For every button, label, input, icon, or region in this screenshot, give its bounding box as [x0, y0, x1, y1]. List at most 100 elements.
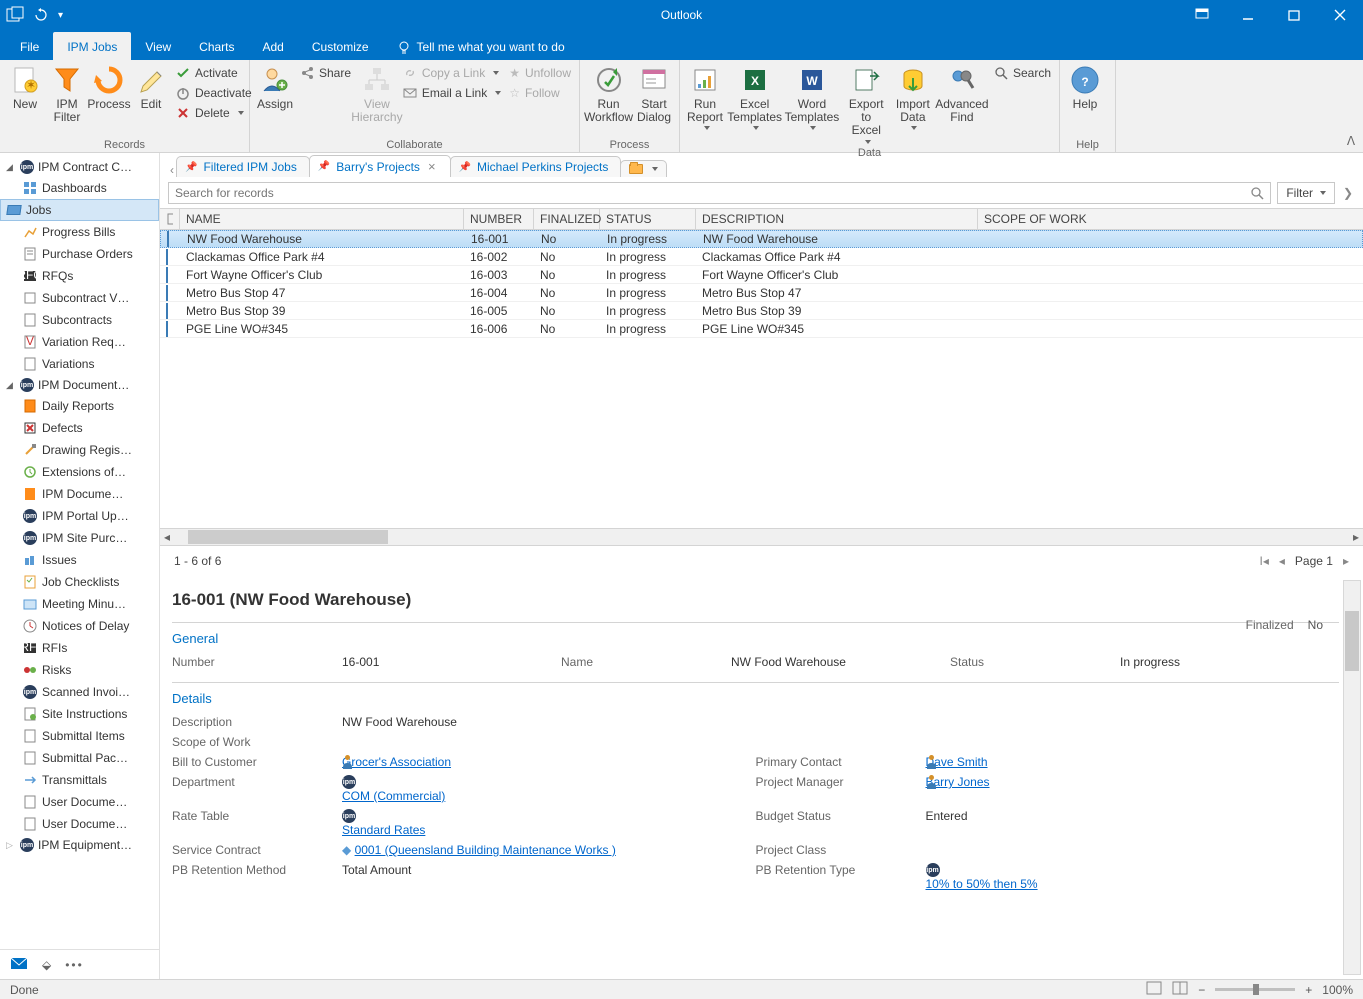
tree-item[interactable]: Submittal Items: [0, 725, 159, 747]
tree-item[interactable]: Variations: [0, 353, 159, 375]
tree-group-contract[interactable]: ◢ipmIPM Contract C…: [0, 157, 159, 177]
tree-item[interactable]: ipmIPM Site Purc…: [0, 527, 159, 549]
tree-item[interactable]: ipmIPM Portal Up…: [0, 505, 159, 527]
nav-mail-icon[interactable]: [10, 955, 28, 974]
tree-item[interactable]: ipmScanned Invoi…: [0, 681, 159, 703]
tree-item[interactable]: Transmittals: [0, 769, 159, 791]
tab-charts[interactable]: Charts: [185, 32, 248, 60]
tab-ipm-jobs[interactable]: IPM Jobs: [53, 32, 131, 60]
maximize-icon[interactable]: [1271, 0, 1317, 30]
col-icon[interactable]: [160, 209, 180, 229]
advanced-find-button[interactable]: Advanced Find: [934, 62, 990, 126]
col-name[interactable]: NAME: [180, 209, 464, 229]
share-button[interactable]: Share: [296, 64, 355, 82]
ipm-filter-button[interactable]: IPM Filter: [46, 62, 88, 126]
nav-module-icon[interactable]: ⬙: [42, 958, 51, 972]
excel-templates-button[interactable]: XExcel Templates: [726, 62, 783, 132]
deactivate-button[interactable]: Deactivate: [172, 84, 256, 102]
doc-tab-new[interactable]: [620, 160, 667, 177]
nav-more-icon[interactable]: •••: [65, 958, 84, 972]
export-excel-button[interactable]: Export to Excel: [841, 62, 892, 146]
table-row[interactable]: NW Food Warehouse16-001NoIn progressNW F…: [160, 230, 1363, 248]
tree-group-document[interactable]: ◢ipmIPM Document…: [0, 375, 159, 395]
qat-more-icon[interactable]: ▾: [58, 10, 63, 21]
doc-tab-filtered[interactable]: 📌Filtered IPM Jobs: [176, 156, 310, 177]
new-button[interactable]: ✶New: [4, 62, 46, 113]
edit-button[interactable]: Edit: [130, 62, 172, 113]
tree-item[interactable]: Purchase Orders: [0, 243, 159, 265]
tab-add[interactable]: Add: [249, 32, 298, 60]
tree-item[interactable]: Defects: [0, 417, 159, 439]
tree-item[interactable]: VVariation Req…: [0, 331, 159, 353]
grid-hscroll[interactable]: ◂▸: [160, 528, 1363, 546]
tree-item[interactable]: Issues: [0, 549, 159, 571]
import-data-button[interactable]: Import Data: [892, 62, 934, 132]
table-row[interactable]: Fort Wayne Officer's Club16-003NoIn prog…: [160, 266, 1363, 284]
view-normal-icon[interactable]: [1146, 981, 1162, 998]
ribbon-collapse-icon[interactable]: ᐱ: [1339, 60, 1363, 152]
assign-button[interactable]: Assign: [254, 62, 296, 113]
table-row[interactable]: PGE Line WO#34516-006NoIn progressPGE Li…: [160, 320, 1363, 338]
tell-me[interactable]: Tell me what you want to do: [383, 34, 579, 60]
tree-item[interactable]: Drawing Regis…: [0, 439, 159, 461]
tree-item[interactable]: User Docume…: [0, 813, 159, 835]
tree-item[interactable]: Dashboards: [0, 177, 159, 199]
view-reading-icon[interactable]: [1172, 981, 1188, 998]
delete-button[interactable]: Delete: [172, 104, 256, 122]
zoom-slider[interactable]: [1215, 988, 1295, 991]
link-service-contract[interactable]: 0001 (Queensland Building Maintenance Wo…: [355, 843, 616, 857]
link-department[interactable]: COM (Commercial): [342, 789, 445, 803]
run-workflow-button[interactable]: Run Workflow: [584, 62, 633, 126]
tree-item[interactable]: Jobs: [0, 199, 159, 221]
tree-item[interactable]: Meeting Minu…: [0, 593, 159, 615]
tree-group-equipment[interactable]: ▷ipmIPM Equipment…: [0, 835, 159, 855]
follow-button[interactable]: ☆Follow: [505, 84, 575, 102]
tree-item[interactable]: RFIRFIs: [0, 637, 159, 659]
tree-item[interactable]: Subcontracts: [0, 309, 159, 331]
unfollow-button[interactable]: ★Unfollow: [505, 64, 575, 82]
undo-icon[interactable]: [34, 8, 48, 22]
col-scope[interactable]: SCOPE OF WORK: [978, 209, 1363, 229]
table-row[interactable]: Metro Bus Stop 3916-005NoIn progressMetr…: [160, 302, 1363, 320]
tree-item[interactable]: Daily Reports: [0, 395, 159, 417]
email-link-button[interactable]: Email a Link: [399, 84, 505, 102]
tree-item[interactable]: RFQRFQs: [0, 265, 159, 287]
tree-item[interactable]: Submittal Pac…: [0, 747, 159, 769]
tree-item[interactable]: IPM Docume…: [0, 483, 159, 505]
tree-item[interactable]: Subcontract V…: [0, 287, 159, 309]
tree-item[interactable]: User Docume…: [0, 791, 159, 813]
minimize-icon[interactable]: [1225, 0, 1271, 30]
ribbon-options-icon[interactable]: [1179, 0, 1225, 30]
word-templates-button[interactable]: WWord Templates: [783, 62, 840, 132]
link-bill[interactable]: Grocer's Association: [342, 755, 451, 769]
page-next-icon[interactable]: ▸: [1343, 554, 1349, 568]
detail-vscroll[interactable]: [1343, 580, 1361, 975]
doc-tab-barry[interactable]: 📌Barry's Projects×: [309, 155, 451, 177]
tree-item[interactable]: Site Instructions: [0, 703, 159, 725]
help-button[interactable]: ?Help: [1064, 62, 1106, 113]
table-row[interactable]: Clackamas Office Park #416-002NoIn progr…: [160, 248, 1363, 266]
filter-button[interactable]: Filter: [1277, 182, 1335, 204]
view-hierarchy-button[interactable]: View Hierarchy: [355, 62, 399, 126]
doc-tab-michael[interactable]: 📌Michael Perkins Projects: [450, 156, 622, 177]
tab-view[interactable]: View: [131, 32, 185, 60]
tree-item[interactable]: Extensions of…: [0, 461, 159, 483]
tree-item[interactable]: Risks: [0, 659, 159, 681]
copy-link-button[interactable]: Copy a Link: [399, 64, 505, 82]
zoom-out-icon[interactable]: −: [1198, 983, 1205, 997]
zoom-in-icon[interactable]: +: [1305, 983, 1312, 997]
run-report-button[interactable]: Run Report: [684, 62, 726, 132]
activate-button[interactable]: Activate: [172, 64, 256, 82]
process-button[interactable]: Process: [88, 62, 130, 113]
start-dialog-button[interactable]: Start Dialog: [633, 62, 675, 126]
close-icon[interactable]: [1317, 0, 1363, 30]
tree-item[interactable]: Notices of Delay: [0, 615, 159, 637]
page-first-icon[interactable]: І◂: [1260, 554, 1269, 568]
tree-item[interactable]: Progress Bills: [0, 221, 159, 243]
link-pb-type[interactable]: 10% to 50% then 5%: [926, 877, 1038, 891]
link-rate-table[interactable]: Standard Rates: [342, 823, 425, 837]
table-row[interactable]: Metro Bus Stop 4716-004NoIn progressMetr…: [160, 284, 1363, 302]
expand-icon[interactable]: ❯: [1341, 186, 1355, 200]
search-input[interactable]: [168, 182, 1271, 204]
col-finalized[interactable]: FINALIZED: [534, 209, 600, 229]
